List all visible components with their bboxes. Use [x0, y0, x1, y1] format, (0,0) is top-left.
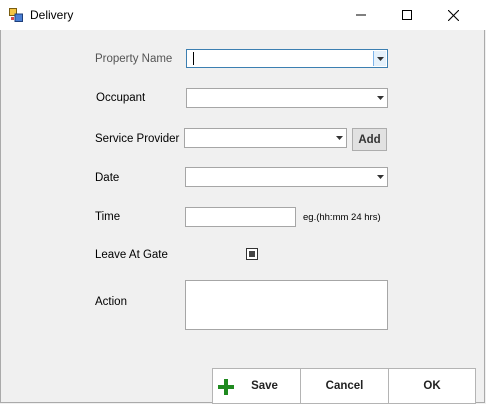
plus-icon [218, 379, 234, 395]
minimize-button[interactable] [338, 0, 384, 30]
property-name-combobox[interactable] [186, 49, 388, 68]
form-icon [9, 8, 23, 22]
maximize-icon [402, 10, 412, 20]
service-provider-dropdown-button[interactable] [332, 129, 346, 146]
indeterminate-mark [249, 251, 255, 257]
cancel-button[interactable]: Cancel [300, 368, 389, 404]
chevron-down-icon [376, 174, 384, 179]
date-dropdown-button[interactable] [373, 168, 387, 185]
service-provider-label: Service Provider [95, 133, 180, 145]
action-textarea[interactable] [185, 280, 388, 330]
date-label: Date [95, 172, 120, 184]
action-label: Action [95, 296, 127, 308]
text-caret [193, 52, 194, 65]
save-button[interactable]: Save [212, 368, 301, 404]
leave-at-gate-checkbox[interactable] [246, 248, 258, 260]
window-title: Delivery [30, 8, 74, 22]
time-input[interactable] [185, 207, 296, 227]
date-picker[interactable] [185, 167, 388, 187]
title-bar: Delivery [0, 0, 486, 30]
property-name-label: Property Name [95, 53, 173, 65]
save-label: Save [251, 380, 278, 392]
chevron-down-icon [335, 135, 343, 140]
chevron-down-icon [376, 95, 384, 100]
close-icon [447, 9, 459, 21]
occupant-dropdown-button[interactable] [373, 89, 387, 106]
chevron-down-icon [376, 56, 384, 61]
time-format-hint: eg.(hh:mm 24 hrs) [303, 212, 381, 223]
leave-at-gate-label: Leave At Gate [95, 249, 168, 261]
ok-button[interactable]: OK [388, 368, 476, 404]
service-provider-combobox[interactable] [184, 128, 347, 148]
time-label: Time [95, 211, 121, 223]
occupant-label: Occupant [96, 92, 146, 104]
occupant-combobox[interactable] [186, 88, 388, 108]
minimize-icon [356, 14, 366, 16]
property-name-dropdown-button[interactable] [373, 51, 386, 66]
close-button[interactable] [430, 0, 476, 30]
add-service-provider-button[interactable]: Add [352, 128, 387, 151]
maximize-button[interactable] [384, 0, 430, 30]
